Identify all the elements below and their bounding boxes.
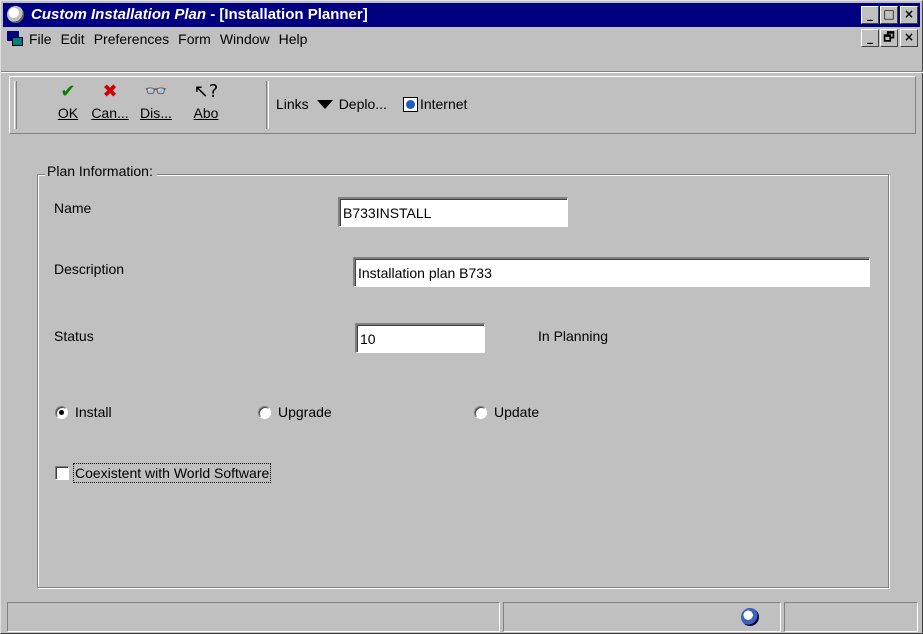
menu-items: File Edit Preferences Form Window Help [29, 31, 316, 47]
menu-help[interactable]: Help [279, 31, 308, 47]
radio-unselected-icon [474, 405, 487, 419]
toolbar-separator [266, 81, 269, 129]
install-radio[interactable]: Install [55, 404, 112, 420]
toolbar-links: Links Deplo... Internet [276, 96, 467, 112]
document-window-controls: _ 🗗 × [860, 29, 918, 47]
status-label: Status [54, 328, 94, 344]
radio-selected-icon [55, 405, 68, 419]
name-field[interactable]: B733INSTALL [338, 197, 568, 227]
menu-window[interactable]: Window [220, 31, 270, 47]
application-window: Custom Installation Plan - [Installation… [0, 0, 923, 634]
menu-bar: File Edit Preferences Form Window Help _… [3, 28, 920, 50]
about-button[interactable]: ↖? Abo [186, 81, 226, 129]
document-icon[interactable] [6, 30, 24, 47]
toolbar-grip[interactable] [14, 81, 17, 129]
x-icon: ✖ [102, 81, 118, 102]
dropdown-arrow-icon[interactable] [316, 99, 333, 109]
window-controls: _ □ × [860, 6, 918, 24]
cancel-button[interactable]: ✖ Can... [90, 81, 130, 129]
status-field[interactable]: 10 [355, 323, 485, 353]
plan-information-group [37, 174, 889, 588]
upgrade-label: Upgrade [278, 404, 332, 420]
display-button[interactable]: 👓 Dis... [136, 81, 176, 129]
close-button[interactable]: × [900, 6, 918, 24]
app-title: Custom Installation Plan [31, 6, 207, 23]
install-label: Install [75, 404, 112, 420]
group-title: Plan Information: [45, 163, 157, 179]
window-title: Custom Installation Plan - [Installation… [31, 6, 368, 23]
checkbox-icon[interactable] [55, 466, 69, 480]
radio-unselected-icon [258, 405, 271, 419]
maximize-button[interactable]: □ [880, 6, 898, 24]
internet-icon[interactable] [402, 96, 418, 112]
update-label: Update [494, 404, 540, 420]
document-title: - [Installation Planner] [206, 6, 368, 23]
app-icon[interactable] [7, 6, 24, 23]
ok-label: OK [57, 105, 79, 121]
display-label: Dis... [140, 105, 172, 121]
doc-minimize-button[interactable]: _ [861, 29, 879, 47]
status-description: In Planning [538, 328, 609, 344]
ok-button[interactable]: ✔ OK [48, 81, 88, 129]
description-field[interactable]: Installation plan B733 [353, 257, 870, 287]
glasses-icon: 👓 [144, 81, 168, 102]
name-label: Name [54, 200, 92, 216]
coexistent-label: Coexistent with World Software [72, 463, 272, 483]
network-icon [741, 608, 759, 626]
update-radio[interactable]: Update [474, 404, 539, 420]
doc-restore-button[interactable]: 🗗 [880, 29, 898, 47]
menu-form[interactable]: Form [178, 31, 211, 47]
menu-edit[interactable]: Edit [61, 31, 85, 47]
about-label: Abo [193, 105, 219, 121]
title-bar[interactable]: Custom Installation Plan - [Installation… [3, 3, 920, 27]
help-pointer-icon: ↖? [193, 81, 219, 102]
toolbar: ✔ OK ✖ Can... 👓 Dis... ↖? Abo Links Depl… [9, 76, 916, 134]
deploy-link[interactable]: Deplo... [339, 96, 387, 112]
upgrade-radio[interactable]: Upgrade [258, 404, 332, 420]
description-label: Description [54, 261, 125, 277]
coexistent-checkbox[interactable]: Coexistent with World Software [55, 463, 272, 483]
menu-preferences[interactable]: Preferences [94, 31, 169, 47]
status-panel-main [7, 602, 500, 632]
toolbar-divider [1, 71, 923, 73]
cancel-label: Can... [91, 105, 129, 121]
menu-file[interactable]: File [29, 31, 52, 47]
internet-link[interactable]: Internet [420, 96, 467, 112]
status-panel-right [784, 602, 918, 632]
minimize-button[interactable]: _ [861, 6, 879, 24]
status-panel-middle [503, 602, 781, 632]
checkmark-icon: ✔ [60, 81, 76, 102]
links-label: Links [276, 96, 309, 112]
status-bar [3, 602, 920, 632]
doc-close-button[interactable]: × [900, 29, 918, 47]
